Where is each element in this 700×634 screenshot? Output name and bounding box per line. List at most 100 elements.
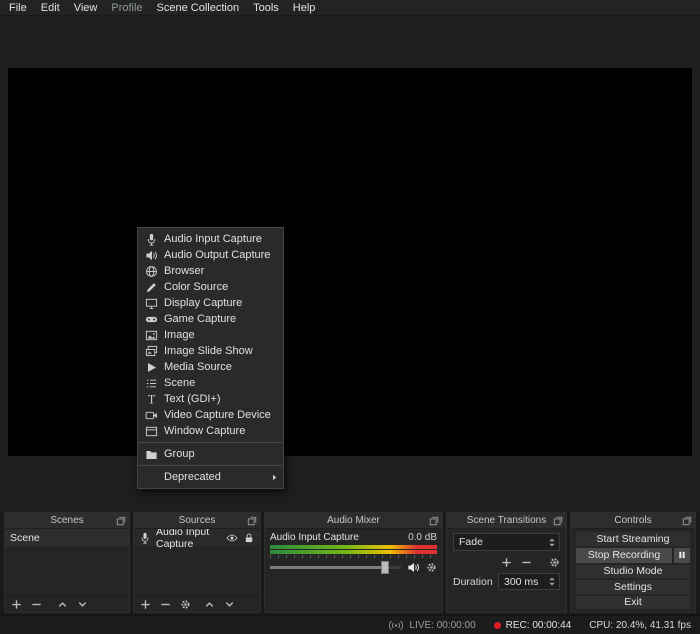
menu-scene-collection[interactable]: Scene Collection xyxy=(150,0,247,16)
menu-file[interactable]: File xyxy=(2,0,34,16)
add-source-icon[interactable] xyxy=(140,599,151,610)
menu-item-label: Browser xyxy=(164,265,204,277)
camera-icon xyxy=(145,409,158,422)
audio-mixer-channel: Audio Input Capture 0.0 dB xyxy=(265,529,442,612)
scene-list-item[interactable]: Scene xyxy=(5,529,129,546)
menu-item-group[interactable]: Group xyxy=(138,446,283,462)
duration-value: 300 ms xyxy=(504,576,538,588)
menu-separator xyxy=(139,465,282,466)
menu-item-image-slide-show[interactable]: Image Slide Show xyxy=(138,343,283,359)
volume-slider[interactable] xyxy=(270,561,401,574)
move-scene-up-icon[interactable] xyxy=(57,599,68,610)
exit-button[interactable]: Exit xyxy=(576,596,690,610)
menu-item-video-capture-device[interactable]: Video Capture Device xyxy=(138,407,283,423)
volume-meter xyxy=(270,545,437,558)
add-scene-icon[interactable] xyxy=(11,599,22,610)
scene-transitions-dock-title: Scene Transitions xyxy=(467,515,547,526)
menu-item-display-capture[interactable]: Display Capture xyxy=(138,295,283,311)
menu-item-game-capture[interactable]: Game Capture xyxy=(138,311,283,327)
menu-item-color-source[interactable]: Color Source xyxy=(138,279,283,295)
mute-speaker-icon[interactable] xyxy=(407,561,420,574)
popout-icon[interactable] xyxy=(553,516,563,526)
audio-mixer-dock-header[interactable]: Audio Mixer xyxy=(265,513,442,529)
eye-icon[interactable] xyxy=(226,532,238,544)
menu-tools[interactable]: Tools xyxy=(246,0,286,16)
volume-slider-handle[interactable] xyxy=(381,561,389,574)
menu-item-media-source[interactable]: Media Source xyxy=(138,359,283,375)
source-list-item[interactable]: Audio Input Capture xyxy=(134,529,260,546)
add-transition-icon[interactable] xyxy=(501,557,512,568)
rec-status: REC: 00:00:44 xyxy=(506,620,572,631)
duration-input[interactable]: 300 ms xyxy=(498,573,560,590)
menu-item-browser[interactable]: Browser xyxy=(138,263,283,279)
pause-icon xyxy=(677,550,687,560)
volume-meter-bar-left xyxy=(270,545,437,549)
rec-status-group: REC: 00:00:44 xyxy=(494,620,572,631)
settings-button[interactable]: Settings xyxy=(576,580,690,594)
menu-item-label: Image Slide Show xyxy=(164,345,253,357)
move-scene-down-icon[interactable] xyxy=(77,599,88,610)
globe-icon xyxy=(145,265,158,278)
menu-edit[interactable]: Edit xyxy=(34,0,67,16)
microphone-icon xyxy=(145,233,158,246)
menu-item-label: Text (GDI+) xyxy=(164,393,221,405)
scene-transitions-dock-header[interactable]: Scene Transitions xyxy=(447,513,566,529)
controls-body: Start Streaming Stop Recording Studio Mo… xyxy=(571,529,695,612)
remove-source-icon[interactable] xyxy=(160,599,171,610)
menu-item-audio-output-capture[interactable]: Audio Output Capture xyxy=(138,247,283,263)
popout-icon[interactable] xyxy=(247,516,257,526)
live-status: LIVE: 00:00:00 xyxy=(409,620,475,631)
stop-recording-button[interactable]: Stop Recording xyxy=(576,548,672,563)
scenes-dock: Scenes Scene xyxy=(4,512,130,613)
pen-icon xyxy=(145,281,158,294)
lock-icon[interactable] xyxy=(243,532,255,544)
combo-spinner-icon[interactable] xyxy=(548,537,556,548)
menu-item-label: Deprecated xyxy=(164,471,221,483)
transition-properties-gear-icon[interactable] xyxy=(549,557,560,568)
folder-icon xyxy=(145,448,158,461)
scene-name: Scene xyxy=(10,532,40,544)
popout-icon[interactable] xyxy=(429,516,439,526)
sources-dock-header[interactable]: Sources xyxy=(134,513,260,529)
menu-item-window-capture[interactable]: Window Capture xyxy=(138,423,283,439)
pause-recording-button[interactable] xyxy=(674,548,690,563)
preview-canvas[interactable] xyxy=(8,68,692,456)
duration-spinner-icon[interactable] xyxy=(548,576,556,587)
start-streaming-button[interactable]: Start Streaming xyxy=(576,532,690,546)
microphone-icon xyxy=(139,532,151,544)
move-source-down-icon[interactable] xyxy=(224,599,235,610)
dock-area: Scenes Scene Sources Audio Input Capture xyxy=(0,511,700,615)
source-properties-gear-icon[interactable] xyxy=(180,599,191,610)
menu-item-image[interactable]: Image xyxy=(138,327,283,343)
slideshow-icon xyxy=(145,345,158,358)
menu-item-label: Audio Input Capture xyxy=(164,233,262,245)
menu-help[interactable]: Help xyxy=(286,0,323,16)
sources-dock: Sources Audio Input Capture xyxy=(133,512,261,613)
menu-item-text-gdi[interactable]: T Text (GDI+) xyxy=(138,391,283,407)
controls-dock-header[interactable]: Controls xyxy=(571,513,695,529)
menu-view[interactable]: View xyxy=(67,0,105,16)
mixer-gear-icon[interactable] xyxy=(426,562,437,573)
menu-profile[interactable]: Profile xyxy=(104,0,149,16)
menu-item-scene[interactable]: Scene xyxy=(138,375,283,391)
scenes-dock-header[interactable]: Scenes xyxy=(5,513,129,529)
menu-item-audio-input-capture[interactable]: Audio Input Capture xyxy=(138,231,283,247)
scenes-toolbar xyxy=(5,596,129,612)
studio-mode-button[interactable]: Studio Mode xyxy=(576,565,690,579)
move-source-up-icon[interactable] xyxy=(204,599,215,610)
menu-item-label: Display Capture xyxy=(164,297,242,309)
sources-list: Audio Input Capture xyxy=(134,529,260,596)
image-icon xyxy=(145,329,158,342)
menu-item-label: Video Capture Device xyxy=(164,409,271,421)
sources-toolbar xyxy=(134,596,260,612)
popout-icon[interactable] xyxy=(682,516,692,526)
transition-select[interactable]: Fade xyxy=(453,533,560,551)
volume-meter-bar-right xyxy=(270,550,437,554)
menu-item-deprecated[interactable]: Deprecated xyxy=(138,469,283,485)
menu-item-label: Game Capture xyxy=(164,313,236,325)
remove-transition-icon[interactable] xyxy=(521,557,532,568)
add-source-context-menu: Audio Input Capture Audio Output Capture… xyxy=(137,227,284,489)
popout-icon[interactable] xyxy=(116,516,126,526)
remove-scene-icon[interactable] xyxy=(31,599,42,610)
sources-dock-title: Sources xyxy=(179,515,216,526)
